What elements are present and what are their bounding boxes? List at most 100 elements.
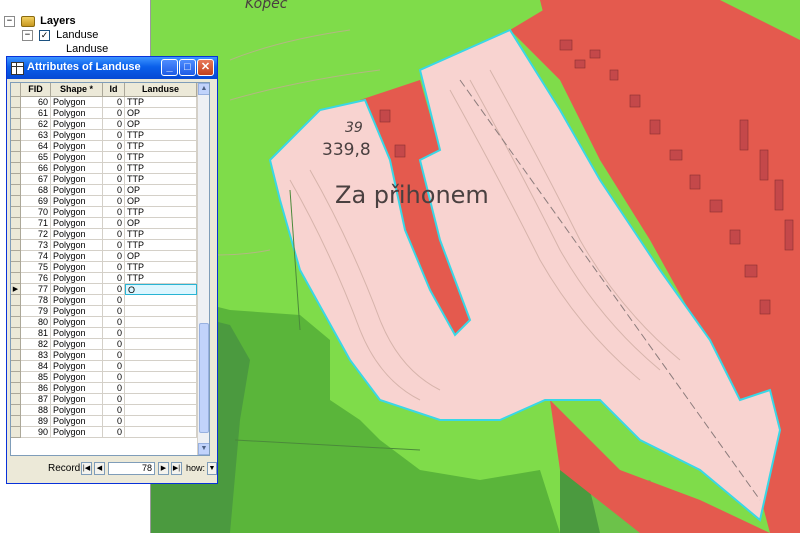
row-selector[interactable] xyxy=(11,207,21,218)
table-row[interactable]: 87 Polygon 0 xyxy=(11,394,197,405)
row-selector[interactable] xyxy=(11,416,21,427)
cell-fid[interactable]: 86 xyxy=(21,383,51,394)
cell-fid[interactable]: 67 xyxy=(21,174,51,185)
table-row[interactable]: 88 Polygon 0 xyxy=(11,405,197,416)
cell-landuse[interactable] xyxy=(125,383,197,394)
cell-fid[interactable]: 84 xyxy=(21,361,51,372)
cell-fid[interactable]: 87 xyxy=(21,394,51,405)
table-row[interactable]: 79 Polygon 0 xyxy=(11,306,197,317)
cell-id[interactable]: 0 xyxy=(103,405,125,416)
layers-root-label[interactable]: Layers xyxy=(40,15,75,27)
cell-landuse[interactable]: OP xyxy=(125,218,197,229)
table-row[interactable]: 73 Polygon 0 TTP xyxy=(11,240,197,251)
cell-id[interactable]: 0 xyxy=(103,284,125,295)
row-selector[interactable] xyxy=(11,339,21,350)
cell-landuse[interactable] xyxy=(125,394,197,405)
cell-landuse[interactable] xyxy=(125,427,197,438)
cell-shape[interactable]: Polygon xyxy=(51,141,103,152)
cell-fid[interactable]: 85 xyxy=(21,372,51,383)
cell-landuse[interactable] xyxy=(125,372,197,383)
layer-visibility-checkbox[interactable]: ✓ xyxy=(39,29,51,41)
cell-landuse[interactable]: TTP xyxy=(125,163,197,174)
row-selector[interactable] xyxy=(11,163,21,174)
row-selector[interactable] xyxy=(11,240,21,251)
row-selector[interactable] xyxy=(11,427,21,438)
cell-fid[interactable]: 63 xyxy=(21,130,51,141)
toc-layer-row[interactable]: − ✓ Landuse xyxy=(22,28,98,42)
cell-fid[interactable]: 88 xyxy=(21,405,51,416)
maximize-button[interactable]: □ xyxy=(179,59,196,76)
cell-id[interactable]: 0 xyxy=(103,141,125,152)
cell-landuse[interactable] xyxy=(125,317,197,328)
layer-label[interactable]: Landuse xyxy=(56,29,98,41)
cell-shape[interactable]: Polygon xyxy=(51,350,103,361)
row-selector[interactable] xyxy=(11,361,21,372)
cell-id[interactable]: 0 xyxy=(103,196,125,207)
row-selector[interactable] xyxy=(11,328,21,339)
row-selector[interactable] xyxy=(11,97,21,108)
toc-root-row[interactable]: − Layers xyxy=(4,14,76,28)
table-row[interactable]: 85 Polygon 0 xyxy=(11,372,197,383)
row-selector[interactable] xyxy=(11,119,21,130)
cell-fid[interactable]: 71 xyxy=(21,218,51,229)
scroll-down-arrow-icon[interactable]: ▼ xyxy=(198,443,209,455)
table-row[interactable]: 60 Polygon 0 TTP xyxy=(11,97,197,108)
cell-id[interactable]: 0 xyxy=(103,427,125,438)
cell-shape[interactable]: Polygon xyxy=(51,405,103,416)
cell-id[interactable]: 0 xyxy=(103,218,125,229)
vertical-scrollbar[interactable]: ▲ ▼ xyxy=(197,83,209,455)
cell-fid[interactable]: 73 xyxy=(21,240,51,251)
cell-fid[interactable]: 78 xyxy=(21,295,51,306)
cell-landuse[interactable]: TTP xyxy=(125,130,197,141)
cell-id[interactable]: 0 xyxy=(103,108,125,119)
row-selector-header[interactable] xyxy=(11,83,21,96)
row-selector[interactable]: ▶ xyxy=(11,284,21,295)
cell-fid[interactable]: 74 xyxy=(21,251,51,262)
cell-id[interactable]: 0 xyxy=(103,273,125,284)
table-row[interactable]: 72 Polygon 0 TTP xyxy=(11,229,197,240)
cell-fid[interactable]: 62 xyxy=(21,119,51,130)
cell-landuse[interactable]: O xyxy=(125,284,197,295)
cell-shape[interactable]: Polygon xyxy=(51,130,103,141)
table-row[interactable]: 81 Polygon 0 xyxy=(11,328,197,339)
cell-id[interactable]: 0 xyxy=(103,229,125,240)
cell-landuse[interactable]: TTP xyxy=(125,229,197,240)
cell-landuse[interactable]: TTP xyxy=(125,262,197,273)
cell-landuse[interactable]: TTP xyxy=(125,152,197,163)
table-row[interactable]: 74 Polygon 0 OP xyxy=(11,251,197,262)
cell-fid[interactable]: 68 xyxy=(21,185,51,196)
cell-shape[interactable]: Polygon xyxy=(51,207,103,218)
cell-id[interactable]: 0 xyxy=(103,361,125,372)
row-selector[interactable] xyxy=(11,130,21,141)
cell-landuse[interactable]: TTP xyxy=(125,273,197,284)
cell-landuse[interactable] xyxy=(125,328,197,339)
row-selector[interactable] xyxy=(11,229,21,240)
window-titlebar[interactable]: Attributes of Landuse _ □ ✕ xyxy=(7,57,217,79)
cell-shape[interactable]: Polygon xyxy=(51,273,103,284)
cell-landuse[interactable] xyxy=(125,350,197,361)
table-row[interactable]: ▶ 77 Polygon 0 O xyxy=(11,284,197,295)
cell-shape[interactable]: Polygon xyxy=(51,174,103,185)
row-selector[interactable] xyxy=(11,383,21,394)
cell-fid[interactable]: 72 xyxy=(21,229,51,240)
cell-id[interactable]: 0 xyxy=(103,383,125,394)
row-selector[interactable] xyxy=(11,174,21,185)
table-row[interactable]: 78 Polygon 0 xyxy=(11,295,197,306)
cell-shape[interactable]: Polygon xyxy=(51,427,103,438)
cell-shape[interactable]: Polygon xyxy=(51,196,103,207)
cell-shape[interactable]: Polygon xyxy=(51,218,103,229)
cell-shape[interactable]: Polygon xyxy=(51,394,103,405)
cell-fid[interactable]: 70 xyxy=(21,207,51,218)
cell-shape[interactable]: Polygon xyxy=(51,240,103,251)
cell-shape[interactable]: Polygon xyxy=(51,152,103,163)
cell-landuse[interactable]: OP xyxy=(125,119,197,130)
cell-landuse[interactable]: TTP xyxy=(125,97,197,108)
cell-landuse[interactable]: OP xyxy=(125,108,197,119)
table-row[interactable]: 67 Polygon 0 TTP xyxy=(11,174,197,185)
cell-fid[interactable]: 60 xyxy=(21,97,51,108)
scroll-up-arrow-icon[interactable]: ▲ xyxy=(198,83,209,95)
cell-landuse[interactable] xyxy=(125,339,197,350)
row-selector[interactable] xyxy=(11,295,21,306)
cell-shape[interactable]: Polygon xyxy=(51,317,103,328)
row-selector[interactable] xyxy=(11,141,21,152)
